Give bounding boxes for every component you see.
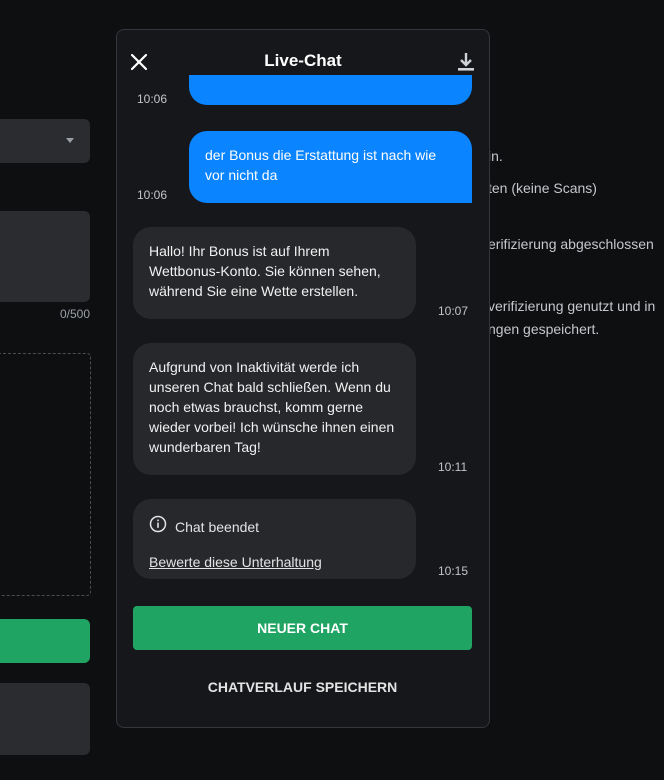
background-text-4: verifizierung genutzt und in — [488, 298, 656, 314]
upload-dropzone[interactable] — [0, 353, 91, 596]
info-icon — [149, 515, 167, 538]
background-text-1: in. — [488, 148, 503, 164]
background-text-5: ngen gespeichert. — [488, 321, 600, 337]
character-counter: 0/500 — [59, 307, 90, 321]
message-time: 10:15 — [438, 564, 469, 578]
message-time: 10:11 — [438, 460, 468, 474]
agent-message: Aufgrund von Inaktivität werde ich unser… — [133, 343, 416, 475]
new-chat-button[interactable]: NEUER CHAT — [133, 606, 472, 650]
chat-ended-label: Chat beendet — [175, 518, 260, 535]
chat-title: Live-Chat — [264, 51, 342, 70]
background-text-2: ten (keine Scans) — [488, 180, 597, 196]
background-textarea[interactable] — [0, 211, 90, 302]
user-message — [189, 75, 472, 105]
agent-message: Hallo! Ihr Bonus ist auf Ihrem Wettbonus… — [133, 227, 416, 319]
background-text-3: erifizierung abgeschlossen — [488, 236, 654, 252]
user-message: der Bonus die Erstattung ist nach wie vo… — [189, 131, 472, 203]
rate-conversation-link[interactable]: Bewerte diese Unterhaltung — [149, 552, 322, 572]
background-panel — [0, 683, 90, 755]
save-chat-history-button[interactable]: CHATVERLAUF SPEICHERN — [133, 670, 472, 704]
live-chat-panel: Live-Chat 10:06 der Bonus die Erstattung… — [116, 29, 490, 728]
background-submit-button[interactable] — [0, 619, 90, 663]
message-time: 10:06 — [137, 188, 168, 202]
message-time: 10:06 — [137, 92, 168, 106]
chevron-down-icon — [66, 138, 74, 143]
message-time: 10:07 — [438, 304, 469, 318]
download-icon[interactable] — [456, 51, 476, 73]
background-select[interactable] — [0, 119, 90, 163]
chat-ended-card: Chat beendet Bewerte diese Unterhaltung — [133, 499, 416, 579]
